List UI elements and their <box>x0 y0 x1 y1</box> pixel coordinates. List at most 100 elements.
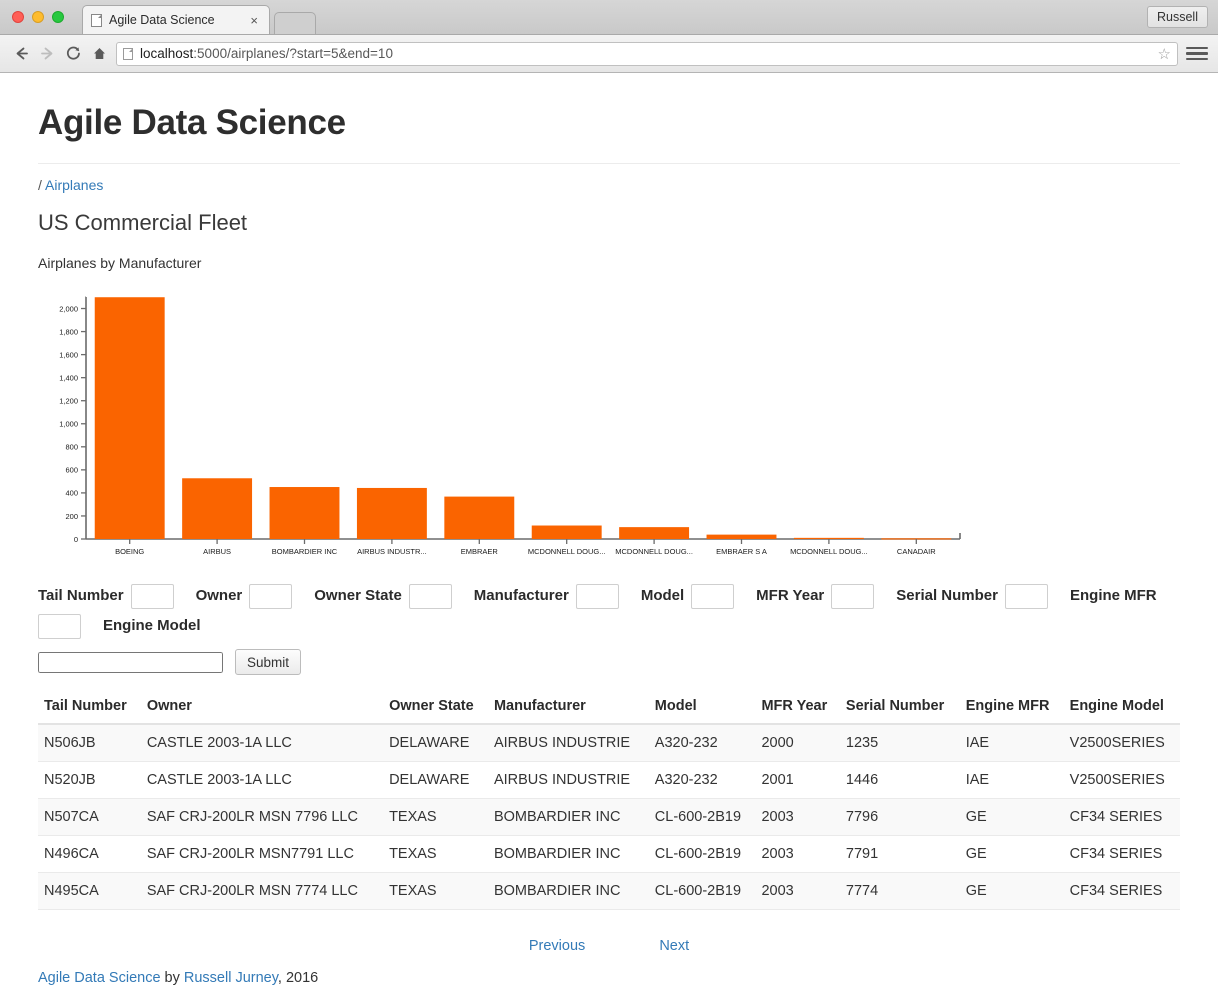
back-icon[interactable] <box>8 41 34 67</box>
svg-text:600: 600 <box>65 466 78 475</box>
engine-mfr-input[interactable] <box>38 613 81 639</box>
reload-icon[interactable] <box>60 41 86 67</box>
cell-4: CL-600-2B19 <box>648 798 756 836</box>
label-serial-number: Serial Number <box>896 587 998 604</box>
filter-submit-row: Submit <box>38 649 1180 675</box>
svg-text:1,400: 1,400 <box>59 373 78 382</box>
browser-tab[interactable]: Agile Data Science × <box>82 5 270 34</box>
column-header-6: Serial Number <box>839 689 960 725</box>
minimize-window-button[interactable] <box>32 11 44 23</box>
cell-4: A320-232 <box>648 761 756 799</box>
forward-icon[interactable] <box>34 41 60 67</box>
tab-list: Agile Data Science × <box>82 0 316 34</box>
footer-link-book[interactable]: Agile Data Science <box>38 970 161 986</box>
engine-model-input[interactable] <box>38 651 223 673</box>
svg-text:MCDONNELL DOUG...: MCDONNELL DOUG... <box>615 547 693 556</box>
cell-8: CF34 SERIES <box>1063 798 1180 836</box>
tail-number-input[interactable] <box>130 583 174 609</box>
new-tab-button[interactable] <box>274 12 316 34</box>
column-header-3: Manufacturer <box>487 689 649 725</box>
home-icon[interactable] <box>86 41 112 67</box>
footer-year: , 2016 <box>277 970 319 986</box>
cell-4: CL-600-2B19 <box>648 835 756 873</box>
cell-2: DELAWARE <box>383 761 488 799</box>
cell-3: AIRBUS INDUSTRIE <box>487 761 649 799</box>
breadcrumb: / Airplanes <box>38 163 1180 193</box>
label-engine-model: Engine Model <box>103 617 201 634</box>
svg-text:AIRBUS: AIRBUS <box>203 547 231 556</box>
menu-hamburger-icon[interactable] <box>1184 41 1210 67</box>
mfr-year-input[interactable] <box>831 583 875 609</box>
profile-button[interactable]: Russell <box>1147 6 1208 28</box>
page-title: Agile Data Science <box>38 103 346 142</box>
address-bar[interactable]: localhost:5000/airplanes/?start=5&end=10… <box>116 41 1178 66</box>
cell-7: IAE <box>959 724 1064 762</box>
filter-form: Tail Number Owner Owner State Manufacturer M… <box>38 581 1180 675</box>
hamburger-bars <box>1186 46 1208 61</box>
column-header-2: Owner State <box>383 689 488 725</box>
pagination: Previous Next <box>38 938 1180 954</box>
next-link[interactable]: Next <box>659 938 689 954</box>
url-host: localhost <box>140 46 194 61</box>
footer-link-author[interactable]: Russell Jurney <box>184 970 278 986</box>
fleet-table: Tail Number Owner Owner State Manufacturer M… <box>38 689 1180 910</box>
tab-title: Agile Data Science <box>109 13 215 27</box>
manufacturer-input[interactable] <box>575 583 619 609</box>
serial-number-input[interactable] <box>1004 583 1048 609</box>
table-row: N507CA SAF CRJ-200LR MSN 7796 LLC TEXAS BOM… <box>38 798 1180 836</box>
breadcrumb-link-airplanes[interactable]: Airplanes <box>45 177 103 193</box>
cell-8: V2500SERIES <box>1063 724 1180 762</box>
cell-6: 7791 <box>839 835 960 873</box>
bar-chart-svg: 0 200 400 600 800 1,000 1,200 1,400 1,600 1,800 2,… <box>59 296 961 556</box>
owner-input[interactable] <box>249 583 293 609</box>
svg-text:1,600: 1,600 <box>59 350 78 359</box>
svg-text:200: 200 <box>65 512 78 521</box>
cell-8: CF34 SERIES <box>1063 835 1180 873</box>
cell-7: IAE <box>959 761 1064 799</box>
svg-text:1,000: 1,000 <box>59 420 78 429</box>
svg-text:EMBRAER: EMBRAER <box>461 547 499 556</box>
cell-0: N507CA <box>38 798 141 836</box>
table-row: N520JB CASTLE 2003-1A LLC DELAWARE AIRBUS I… <box>38 761 1180 799</box>
cell-6: 1446 <box>839 761 960 799</box>
column-header-5: MFR Year <box>755 689 840 725</box>
label-tail-number: Tail Number <box>38 587 124 604</box>
svg-text:EMBRAER S A: EMBRAER S A <box>716 547 767 556</box>
profile-label: Russell <box>1157 10 1198 24</box>
cell-4: CL-600-2B19 <box>648 872 756 910</box>
fleet-table-head: Tail Number Owner Owner State Manufacturer M… <box>38 689 1180 725</box>
close-tab-icon[interactable]: × <box>247 13 261 28</box>
svg-text:MCDONNELL DOUG...: MCDONNELL DOUG... <box>790 547 868 556</box>
previous-link[interactable]: Previous <box>529 938 585 954</box>
label-mfr-year: MFR Year <box>756 587 825 604</box>
cell-2: TEXAS <box>383 798 488 836</box>
svg-text:AIRBUS INDUSTR...: AIRBUS INDUSTR... <box>357 547 427 556</box>
column-header-1: Owner <box>140 689 384 725</box>
model-input[interactable] <box>691 583 735 609</box>
fleet-table-body: N506JB CASTLE 2003-1A LLC DELAWARE AIRBUS I… <box>38 724 1180 910</box>
svg-text:800: 800 <box>65 443 78 452</box>
owner-state-input[interactable] <box>408 583 452 609</box>
page-content: Agile Data Science / Airplanes US Commer… <box>0 103 1218 986</box>
cell-1: SAF CRJ-200LR MSN7791 LLC <box>140 835 384 873</box>
site-info-icon <box>123 47 133 60</box>
cell-3: AIRBUS INDUSTRIE <box>487 724 649 762</box>
column-header-4: Model <box>648 689 756 725</box>
submit-button[interactable]: Submit <box>235 649 302 675</box>
svg-text:MCDONNELL DOUG...: MCDONNELL DOUG... <box>528 547 606 556</box>
cell-4: A320-232 <box>648 724 756 762</box>
bookmark-star-icon[interactable]: ☆ <box>1158 45 1171 63</box>
close-window-button[interactable] <box>12 11 24 23</box>
svg-text:0: 0 <box>74 535 78 544</box>
breadcrumb-separator: / <box>38 177 42 193</box>
cell-5: 2001 <box>755 761 840 799</box>
svg-text:1,200: 1,200 <box>59 397 78 406</box>
cell-5: 2003 <box>755 835 840 873</box>
maximize-window-button[interactable] <box>52 11 64 23</box>
cell-0: N496CA <box>38 835 141 873</box>
cell-5: 2003 <box>755 798 840 836</box>
page-icon <box>91 13 102 27</box>
cell-1: SAF CRJ-200LR MSN 7796 LLC <box>140 798 384 836</box>
chart-caption: Airplanes by Manufacturer <box>38 255 202 271</box>
cell-5: 2003 <box>755 872 840 910</box>
